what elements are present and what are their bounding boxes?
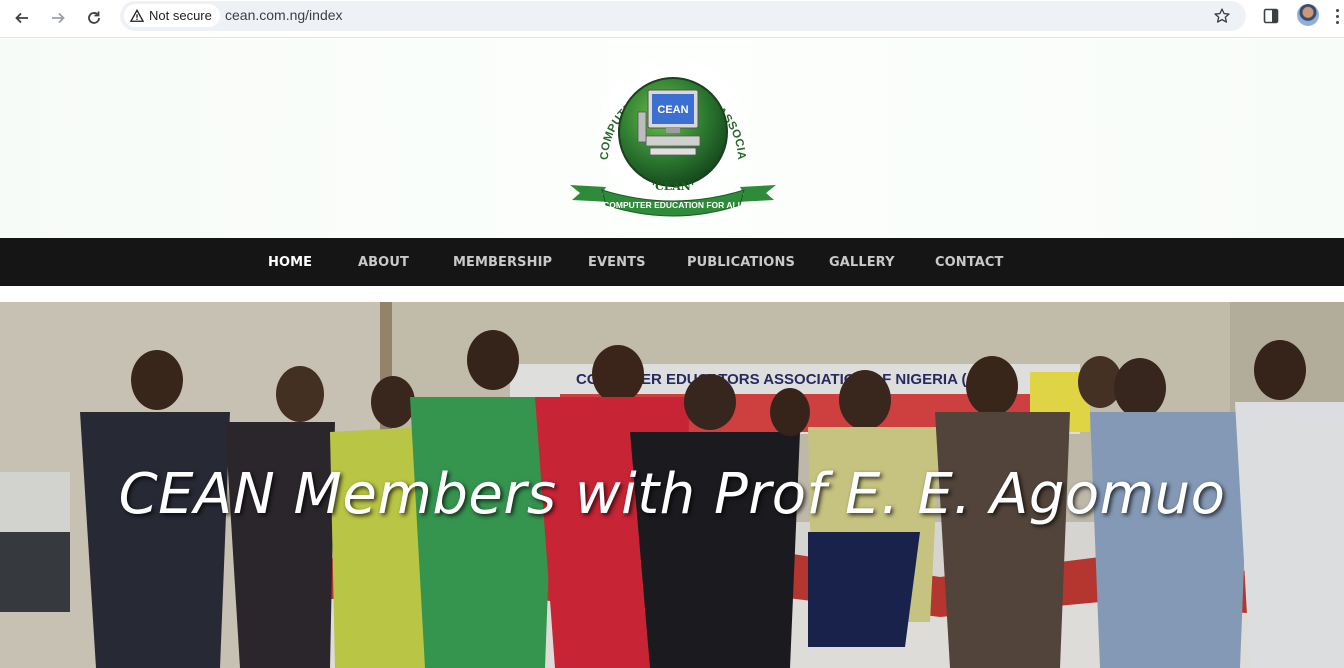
- reload-icon: [88, 11, 100, 24]
- nav-gallery[interactable]: GALLERY: [829, 255, 895, 270]
- nav-about[interactable]: ABOUT: [358, 255, 409, 270]
- logo-banner-text: COMPUTER EDUCATION FOR ALL: [603, 200, 743, 210]
- browser-toolbar: Not secure cean.com.ng/index: [0, 0, 1344, 38]
- back-arrow-icon: [15, 12, 28, 24]
- hero-caption: CEAN Members with Prof E. E. Agomuo: [118, 462, 1226, 527]
- nav-home[interactable]: HOME: [268, 255, 312, 270]
- profile-avatar[interactable]: [1297, 4, 1319, 26]
- nav-publications[interactable]: PUBLICATIONS: [687, 255, 795, 270]
- kebab-menu-icon[interactable]: [1330, 6, 1344, 26]
- cean-logo[interactable]: COMPUTER EDUCATORS ASSOCIATION OF NIGERI…: [566, 42, 780, 217]
- side-panel-button[interactable]: [1261, 6, 1281, 26]
- bookmark-button[interactable]: [1210, 5, 1234, 27]
- star-icon: [1214, 8, 1230, 23]
- forward-arrow-icon: [52, 12, 65, 24]
- logo-acronym: 'CEAN': [652, 180, 694, 193]
- nav-events[interactable]: EVENTS: [588, 255, 646, 270]
- nav-contact[interactable]: CONTACT: [935, 255, 1004, 270]
- security-label: Not secure: [149, 8, 212, 23]
- reload-button[interactable]: [81, 5, 107, 31]
- side-panel-icon: [1263, 8, 1279, 24]
- logo-center-text: CEAN: [657, 104, 688, 116]
- url-text[interactable]: cean.com.ng/index: [225, 7, 343, 23]
- back-button[interactable]: [9, 5, 35, 31]
- main-navigation: HOME ABOUT MEMBERSHIP EVENTS PUBLICATION…: [0, 238, 1344, 286]
- hero-slider[interactable]: COMPUTER EDUCATORS ASSOCIATION OF NIGERI…: [0, 302, 1344, 668]
- security-chip[interactable]: Not secure: [124, 4, 220, 27]
- forward-button[interactable]: [45, 5, 71, 31]
- site-header: COMPUTER EDUCATORS ASSOCIATION OF NIGERI…: [0, 39, 1344, 238]
- warning-icon: [130, 8, 144, 22]
- nav-membership[interactable]: MEMBERSHIP: [453, 255, 552, 270]
